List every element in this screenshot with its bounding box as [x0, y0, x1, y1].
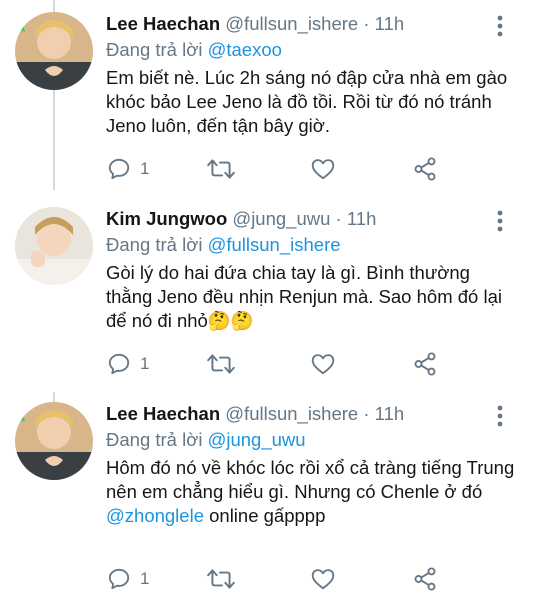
reply-icon: [108, 568, 130, 590]
retweet-button[interactable]: [206, 566, 236, 592]
tweet-header: Lee Haechan @fullsun_ishere · 11h: [106, 13, 404, 35]
tweet-text: Gòi lý do hai đứa chia tay là gì. Bình t…: [106, 261, 521, 333]
tweet-actions: 1: [106, 351, 526, 381]
author-name[interactable]: Kim Jungwoo: [106, 208, 227, 229]
reply-count: 1: [140, 354, 150, 373]
reply-button[interactable]: 1: [106, 156, 149, 182]
tweet-text-body: Gòi lý do hai đứa chia tay là gì. Bình t…: [106, 262, 502, 331]
tweet-text-body: Em biết nè. Lúc 2h sáng nó đập cửa nhà e…: [106, 67, 508, 136]
avatar[interactable]: [15, 12, 93, 90]
share-button[interactable]: [412, 351, 438, 377]
retweet-icon: [207, 159, 235, 179]
reply-count: 1: [140, 569, 150, 588]
reply-prefix: Đang trả lời: [106, 39, 203, 60]
author-handle[interactable]: @fullsun_ishere: [225, 403, 358, 424]
thinking-emoji: 🤔🤔: [207, 310, 254, 331]
like-icon: [311, 354, 335, 375]
tweet-item[interactable]: Lee Haechan @fullsun_ishere · 11h Đang t…: [0, 390, 540, 591]
retweet-button[interactable]: [206, 156, 236, 182]
more-vertical-icon[interactable]: [490, 209, 510, 233]
author-name[interactable]: Lee Haechan: [106, 403, 220, 424]
reply-button[interactable]: 1: [106, 566, 149, 592]
reply-context: Đang trả lời @taexoo: [106, 39, 282, 61]
timestamp[interactable]: 11h: [375, 13, 405, 34]
share-button[interactable]: [412, 156, 438, 182]
reply-prefix: Đang trả lời: [106, 234, 203, 255]
like-icon: [311, 569, 335, 590]
more-vertical-icon[interactable]: [490, 14, 510, 38]
share-icon: [414, 157, 436, 181]
more-vertical-icon[interactable]: [490, 404, 510, 428]
reply-button[interactable]: 1: [106, 351, 149, 377]
share-icon: [414, 352, 436, 376]
like-button[interactable]: [310, 156, 336, 182]
reply-icon: [108, 158, 130, 180]
avatar[interactable]: [15, 207, 93, 285]
avatar[interactable]: [15, 402, 93, 480]
timestamp[interactable]: 11h: [347, 208, 377, 229]
like-icon: [311, 159, 335, 180]
tweet-header: Lee Haechan @fullsun_ishere · 11h: [106, 403, 404, 425]
share-button[interactable]: [412, 566, 438, 592]
retweet-icon: [207, 569, 235, 589]
share-icon: [414, 567, 436, 591]
author-handle[interactable]: @jung_uwu: [232, 208, 330, 229]
retweet-icon: [207, 354, 235, 374]
like-button[interactable]: [310, 566, 336, 592]
tweet-actions: 1: [106, 566, 526, 596]
reply-context: Đang trả lời @jung_uwu: [106, 429, 306, 451]
separator-dot: ·: [363, 403, 370, 424]
reply-context: Đang trả lời @fullsun_ishere: [106, 234, 341, 256]
reply-to-mention[interactable]: @taexoo: [208, 39, 282, 60]
reply-icon: [108, 353, 130, 375]
tweet-text: Em biết nè. Lúc 2h sáng nó đập cửa nhà e…: [106, 66, 521, 138]
tweet-header: Kim Jungwoo @jung_uwu · 11h: [106, 208, 376, 230]
reply-prefix: Đang trả lời: [106, 429, 203, 450]
separator-dot: ·: [363, 13, 370, 34]
reply-to-mention[interactable]: @fullsun_ishere: [208, 234, 341, 255]
retweet-button[interactable]: [206, 351, 236, 377]
tweet-actions: 1: [106, 156, 526, 186]
author-handle[interactable]: @fullsun_ishere: [225, 13, 358, 34]
reply-count: 1: [140, 159, 150, 178]
tweet-item[interactable]: Lee Haechan @fullsun_ishere · 11h Đang t…: [0, 0, 540, 195]
tweet-text-tail: online gấpppp: [203, 505, 326, 526]
reply-to-mention[interactable]: @jung_uwu: [208, 429, 306, 450]
tweet-text-body: Hôm đó nó về khóc lóc rồi xổ cả tràng ti…: [106, 457, 515, 502]
timestamp[interactable]: 11h: [375, 403, 405, 424]
like-button[interactable]: [310, 351, 336, 377]
mention-link[interactable]: @zhonglele: [106, 505, 204, 526]
tweet-item[interactable]: Kim Jungwoo @jung_uwu · 11h Đang trả lời…: [0, 195, 540, 390]
tweet-text: Hôm đó nó về khóc lóc rồi xổ cả tràng ti…: [106, 456, 521, 528]
author-name[interactable]: Lee Haechan: [106, 13, 220, 34]
separator-dot: ·: [335, 208, 342, 229]
